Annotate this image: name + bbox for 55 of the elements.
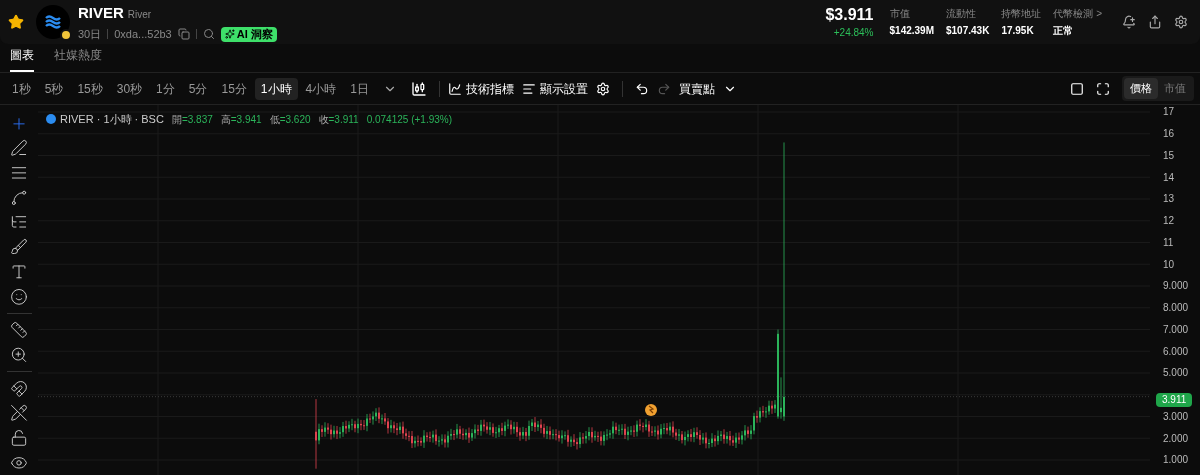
price-axis-label: 1.000 <box>1163 453 1189 468</box>
token-price: $3.911 <box>825 4 874 25</box>
display-settings-button[interactable]: 顯示設置 <box>521 79 588 98</box>
stat-value: 正常 <box>1053 24 1075 38</box>
ohlc-value: 開=3.837 <box>171 112 213 127</box>
interval-button[interactable]: 1分 <box>150 77 181 100</box>
interval-button[interactable]: 5秒 <box>38 77 70 100</box>
contract-address: 0xda...52b3 <box>114 27 172 42</box>
price-axis-label: 7.000 <box>1163 322 1189 337</box>
price-axis-label: 3.000 <box>1163 409 1189 424</box>
stat-value: $107.43K <box>946 24 990 38</box>
price-axis-label: 14 <box>1163 170 1175 185</box>
stat-label: 持幣地址 <box>1001 7 1042 21</box>
stat-value: $142.39M <box>889 24 934 38</box>
ohlc-value: 低=3.620 <box>269 112 311 127</box>
interval-button[interactable]: 30秒 <box>110 77 149 100</box>
interval-button[interactable]: 5分 <box>182 77 214 100</box>
price-axis-label: 17 <box>1163 105 1175 120</box>
indicators-button[interactable]: 技術指標 <box>447 79 514 98</box>
stat-label: 流動性 <box>946 7 977 21</box>
ohlc-value: 高=3.941 <box>220 112 262 127</box>
interval-button[interactable]: 1小時 <box>254 77 298 100</box>
price-axis-label: 5.000 <box>1163 366 1189 381</box>
legend-change: 0.074125 (+1.93%) <box>366 112 452 127</box>
price-axis-label: 16 <box>1163 127 1175 142</box>
price-axis-label: 10 <box>1163 257 1175 272</box>
interval-button[interactable]: 15分 <box>215 77 253 100</box>
price-axis-label: 6.000 <box>1163 344 1189 359</box>
stat-label[interactable]: 代幣檢測 > <box>1053 6 1102 21</box>
tab[interactable]: 圖表 <box>10 46 34 72</box>
interval-button[interactable]: 1秒 <box>6 77 37 100</box>
price-axis-label: 2.000 <box>1163 431 1189 446</box>
tab[interactable]: 社媒熱度 <box>54 46 102 72</box>
legend-title: RIVER · 1小時 · BSC <box>60 112 164 127</box>
price-axis-label: 12 <box>1163 214 1175 229</box>
ohlc-value: 收=3.911 <box>318 112 359 127</box>
scale-toggle[interactable]: 價格 <box>1124 78 1158 99</box>
price-axis-label: 15 <box>1163 148 1175 163</box>
stat-label: 市值 <box>889 7 911 21</box>
interval-button[interactable]: 15秒 <box>71 77 109 100</box>
price-axis-label: 9.000 <box>1163 279 1189 294</box>
ai-insight-badge[interactable]: AI 洞察 <box>220 26 277 42</box>
price-axis-label: 13 <box>1163 192 1175 207</box>
scale-toggle[interactable]: 市值 <box>1158 78 1192 99</box>
token-symbol: RIVER <box>78 2 124 23</box>
interval-button[interactable]: 4小時 <box>299 77 343 100</box>
token-age: 30日 <box>78 27 102 42</box>
trades-dropdown[interactable]: 買賣點 <box>678 79 737 98</box>
stat-value: 17.95K <box>1001 24 1035 38</box>
price-axis-label: 8.000 <box>1163 301 1189 316</box>
price-axis-label: 11 <box>1163 235 1174 250</box>
interval-button[interactable]: 1日 <box>344 77 375 100</box>
last-price-tag: 3.911 <box>1156 392 1193 407</box>
token-name: River <box>127 7 152 22</box>
price-change: +24.84% <box>833 25 874 40</box>
